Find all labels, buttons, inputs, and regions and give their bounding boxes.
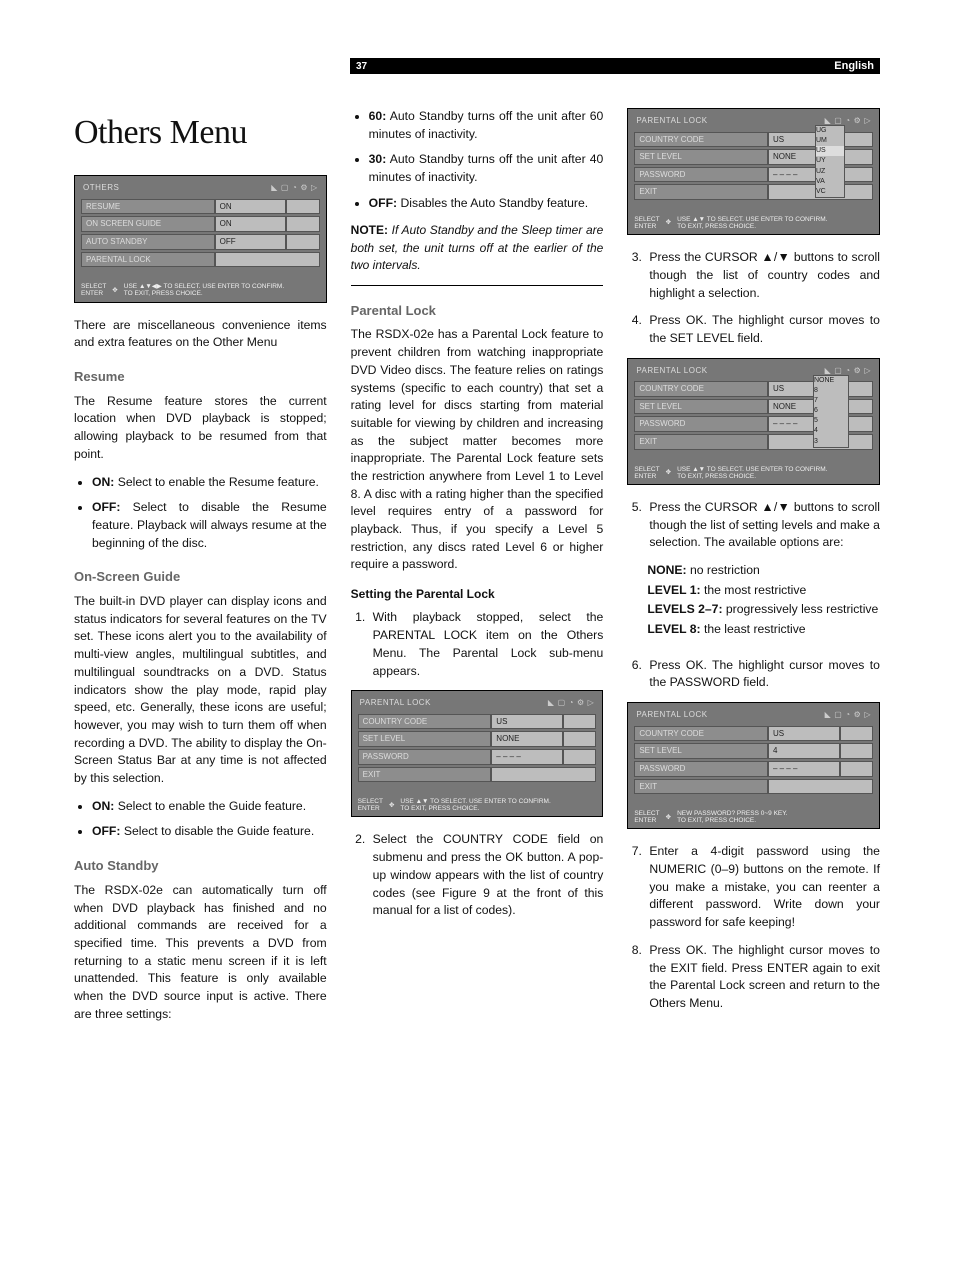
osd-title: OTHERS xyxy=(83,182,119,194)
page: 37 English Others Menu OTHERS ◣▢◔⚙▷ RESU… xyxy=(0,0,954,1272)
guide-bullets: ON: Select to enable the Guide feature. … xyxy=(74,798,327,841)
divider xyxy=(351,285,604,286)
guide-heading: On-Screen Guide xyxy=(74,568,327,587)
resume-bullets: ON: Select to enable the Resume feature.… xyxy=(74,474,327,553)
resume-heading: Resume xyxy=(74,368,327,387)
osd-parental-4: PARENTAL LOCK ◣▢◔⚙▷ COUNTRY CODEUS SET L… xyxy=(627,702,880,829)
standby-body: The RSDX-02e can automatically turn off … xyxy=(74,882,327,1024)
osd-others: OTHERS ◣▢◔⚙▷ RESUMEON ON SCREEN GUIDEON … xyxy=(74,175,327,302)
parental-steps-4: Press OK. The highlight cursor moves to … xyxy=(627,312,880,347)
standby-heading: Auto Standby xyxy=(74,857,327,876)
osd-icons: ◣▢◔⚙▷ xyxy=(271,182,317,194)
parental-steps-5: Press the CURSOR ▲/▼ buttons to scroll t… xyxy=(627,499,880,552)
note: NOTE: If Auto Standby and the Sleep time… xyxy=(351,222,604,274)
guide-body: The built-in DVD player can display icon… xyxy=(74,593,327,788)
country-dropdown: UG UM US UY UZ VA VC xyxy=(815,125,845,198)
body-columns: Others Menu OTHERS ◣▢◔⚙▷ RESUMEON ON SCR… xyxy=(74,108,880,1232)
parental-steps-6: Press OK. The highlight cursor moves to … xyxy=(627,657,880,692)
parental-heading: Parental Lock xyxy=(351,302,604,321)
parental-steps-3: Press the CURSOR ▲/▼ buttons to scroll t… xyxy=(627,249,880,302)
parental-subheading: Setting the Parental Lock xyxy=(351,586,604,603)
nav-icon: ✥ xyxy=(112,286,117,295)
standby-bullets: 60: Auto Standby turns off the unit afte… xyxy=(351,108,604,212)
page-number: 37 xyxy=(356,61,367,72)
parental-body: The RSDX-02e has a Parental Lock feature… xyxy=(351,326,604,574)
parental-steps-7: Enter a 4-digit password using the NUMER… xyxy=(627,843,880,1012)
osd-parental-3: PARENTAL LOCK ◣▢◔⚙▷ COUNTRY CODEUS SET L… xyxy=(627,358,880,485)
osd-parental-1: PARENTAL LOCK ◣▢◔⚙▷ COUNTRY CODEUS SET L… xyxy=(351,690,604,817)
page-title: Others Menu xyxy=(74,108,327,157)
language-label: English xyxy=(834,60,874,72)
level-dropdown: NONE 8 7 6 5 4 3 xyxy=(813,375,849,448)
resume-body: The Resume feature stores the current lo… xyxy=(74,393,327,464)
osd-parental-2: PARENTAL LOCK ◣▢◔⚙▷ COUNTRY CODEUS SET L… xyxy=(627,108,880,235)
intro-text: There are miscellaneous convenience item… xyxy=(74,317,327,352)
parental-steps-1: With playback stopped, select the PARENT… xyxy=(351,609,604,680)
level-options: NONE: no restriction LEVEL 1: the most r… xyxy=(647,562,880,639)
header-bar: 37 English xyxy=(350,58,880,74)
parental-steps-2: Select the COUNTRY CODE field on submenu… xyxy=(351,831,604,919)
